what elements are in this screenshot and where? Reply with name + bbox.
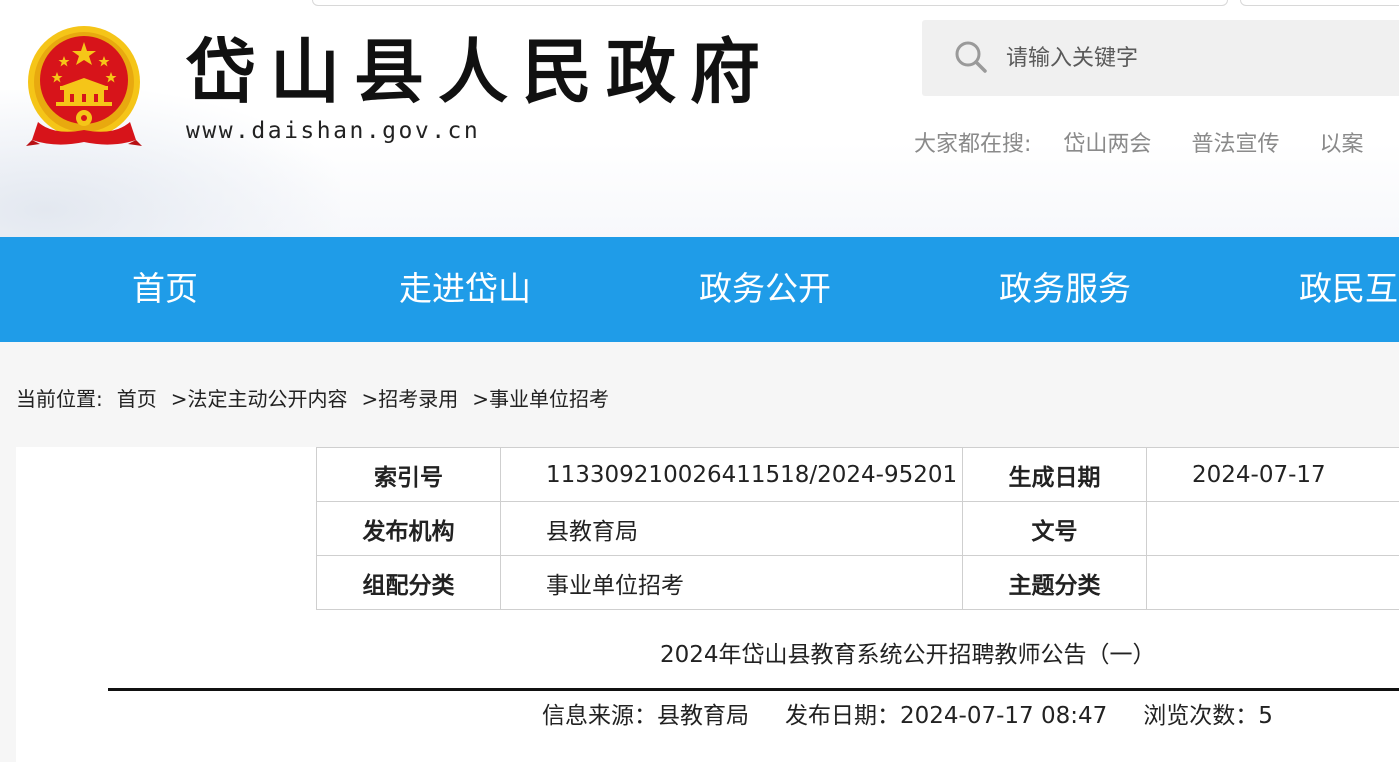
content-panel: 索引号 113309210026411518/2024-95201 生成日期 2…: [16, 447, 1399, 762]
site-header: 岱山县人民政府 www.daishan.gov.cn 大家都在搜: 岱山两会 普法宣…: [0, 0, 1399, 237]
meta-org-label: 发布机构: [316, 501, 501, 556]
title-divider: [108, 688, 1399, 691]
article-info: 信息来源：县教育局 发布日期：2024-07-17 08:47 浏览次数：5: [542, 696, 1309, 730]
top-bar-frame: [312, 0, 1228, 6]
search-icon[interactable]: [954, 40, 988, 74]
meta-docno-label: 文号: [962, 501, 1147, 556]
nav-item-gov-info[interactable]: 政务公开: [699, 267, 831, 311]
site-url: www.daishan.gov.cn: [186, 118, 481, 144]
nav-item-about[interactable]: 走进岱山: [399, 267, 531, 311]
meta-topic-value: [1146, 555, 1399, 610]
article-publish-date: 发布日期：2024-07-17 08:47: [785, 703, 1108, 729]
hot-search-bar: 大家都在搜: 岱山两会 普法宣传 以案: [914, 126, 1399, 158]
search-box: [922, 20, 1399, 96]
breadcrumb-item-public-info[interactable]: >法定主动公开内容: [171, 387, 348, 411]
meta-org-value: 县教育局: [500, 501, 963, 556]
meta-table: 索引号 113309210026411518/2024-95201 生成日期 2…: [316, 447, 1399, 610]
search-input[interactable]: [1006, 42, 1386, 74]
national-emblem-icon[interactable]: [24, 26, 144, 148]
breadcrumb-item-recruitment[interactable]: >招考录用: [362, 387, 459, 411]
table-row: 发布机构 县教育局 文号: [316, 501, 1399, 556]
meta-docno-value: [1146, 501, 1399, 556]
nav-item-interaction[interactable]: 政民互: [1299, 267, 1398, 311]
article-views: 浏览次数：5: [1143, 703, 1273, 729]
breadcrumb-item-institution[interactable]: >事业单位招考: [472, 387, 609, 411]
meta-category-value: 事业单位招考: [500, 555, 963, 610]
main-nav: 首页 走进岱山 政务公开 政务服务 政民互: [0, 237, 1399, 342]
article-title: 2024年岱山县教育系统公开招聘教师公告（一）: [660, 642, 1156, 668]
table-row: 索引号 113309210026411518/2024-95201 生成日期 2…: [316, 447, 1399, 502]
meta-index-label: 索引号: [316, 447, 501, 502]
meta-index-value: 113309210026411518/2024-95201: [500, 447, 963, 502]
article-source: 信息来源：县教育局: [542, 703, 749, 729]
top-bar-frame-right: [1240, 0, 1399, 6]
hot-search-link-1[interactable]: 普法宣传: [1191, 132, 1279, 157]
breadcrumb-item-home[interactable]: 首页: [117, 387, 157, 411]
nav-item-home[interactable]: 首页: [132, 267, 198, 311]
meta-date-label: 生成日期: [962, 447, 1147, 502]
meta-topic-label: 主题分类: [962, 555, 1147, 610]
hot-search-link-0[interactable]: 岱山两会: [1063, 132, 1151, 157]
site-title[interactable]: 岱山县人民政府: [186, 30, 774, 114]
meta-date-value: 2024-07-17: [1146, 447, 1399, 502]
hot-search-label: 大家都在搜:: [914, 132, 1032, 157]
breadcrumb-label: 当前位置:: [16, 387, 103, 411]
nav-item-gov-service[interactable]: 政务服务: [999, 267, 1131, 311]
meta-category-label: 组配分类: [316, 555, 501, 610]
page: 岱山县人民政府 www.daishan.gov.cn 大家都在搜: 岱山两会 普法宣…: [0, 0, 1399, 762]
hot-search-link-2[interactable]: 以案: [1319, 132, 1363, 157]
breadcrumb: 当前位置: 首页 >法定主动公开内容 >招考录用 >事业单位招考: [16, 383, 623, 412]
table-row: 组配分类 事业单位招考 主题分类: [316, 555, 1399, 610]
